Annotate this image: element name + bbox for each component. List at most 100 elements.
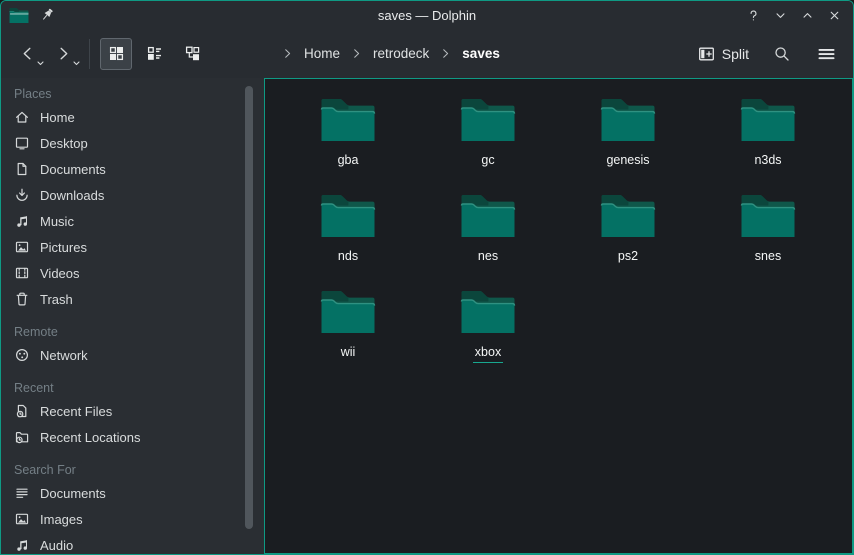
text-lines-icon: [14, 485, 30, 501]
chevron-right-icon: [439, 47, 452, 60]
folder-label: gba: [336, 153, 361, 171]
view-mode-buttons: [100, 38, 208, 70]
win-max-icon: [800, 8, 815, 23]
breadcrumb: Homeretrodeck saves: [274, 44, 503, 63]
sidebar-item-images[interactable]: Images: [1, 506, 264, 532]
folder-item-snes[interactable]: snes: [698, 189, 838, 285]
folder-label: genesis: [604, 153, 651, 171]
sidebar-item-label: Documents: [40, 486, 106, 501]
sidebar-item-pictures[interactable]: Pictures: [1, 234, 264, 260]
compact-view-button[interactable]: [138, 38, 170, 70]
chevron-right-icon: [281, 47, 294, 60]
sidebar-item-videos[interactable]: Videos: [1, 260, 264, 286]
folder-icon: [460, 289, 516, 335]
sidebar-item-desktop[interactable]: Desktop: [1, 130, 264, 156]
menu-button[interactable]: [811, 39, 841, 69]
folder-item-nds[interactable]: nds: [278, 189, 418, 285]
sidebar-section-header: Remote: [1, 320, 264, 342]
breadcrumb-item[interactable]: saves: [432, 44, 503, 63]
breadcrumb-label: Home: [301, 44, 343, 63]
window-controls: [744, 6, 843, 24]
folder-label: snes: [753, 249, 783, 267]
sidebar-item-network[interactable]: Network: [1, 342, 264, 368]
sidebar-item-home[interactable]: Home: [1, 104, 264, 130]
view-details-icon: [184, 45, 201, 62]
sidebar-item-recent-locations[interactable]: Recent Locations: [1, 424, 264, 450]
document-icon: [14, 161, 30, 177]
titlebar: saves — Dolphin: [1, 1, 853, 29]
folder-view: gba gc genesis n3ds nds nes ps2 snes wii…: [264, 78, 853, 554]
sidebar-item-label: Recent Files: [40, 404, 112, 419]
help-icon: [746, 8, 761, 23]
details-view-button[interactable]: [176, 38, 208, 70]
sidebar-sections: PlacesHomeDesktopDocumentsDownloadsMusic…: [1, 82, 264, 554]
image-icon: [14, 511, 30, 527]
folder-item-gc[interactable]: gc: [418, 93, 558, 189]
folder-label: wii: [339, 345, 358, 363]
sidebar-item-music[interactable]: Music: [1, 208, 264, 234]
sidebar-item-label: Audio: [40, 538, 73, 553]
sidebar-item-label: Trash: [40, 292, 73, 307]
content-area: PlacesHomeDesktopDocumentsDownloadsMusic…: [1, 78, 853, 554]
sidebar-item-label: Recent Locations: [40, 430, 140, 445]
sidebar-item-label: Music: [40, 214, 74, 229]
folder-item-xbox[interactable]: xbox: [418, 285, 558, 381]
music-icon: [14, 213, 30, 229]
folder-label: ps2: [616, 249, 640, 267]
folder-label: xbox: [473, 345, 503, 363]
hamburger-menu-icon: [817, 46, 836, 62]
sidebar-item-trash[interactable]: Trash: [1, 286, 264, 312]
folder-icon: [460, 193, 516, 239]
win-close-icon: [827, 8, 842, 23]
help-button[interactable]: [744, 6, 762, 24]
minimize-button[interactable]: [771, 6, 789, 24]
folder-grid: gba gc genesis n3ds nds nes ps2 snes wii…: [265, 79, 852, 381]
close-button[interactable]: [825, 6, 843, 24]
sidebar-item-documents[interactable]: Documents: [1, 156, 264, 182]
sidebar-section-header: Places: [1, 82, 264, 104]
folder-item-nes[interactable]: nes: [418, 189, 558, 285]
sidebar-scrollbar[interactable]: [245, 86, 253, 529]
breadcrumb-label: saves: [459, 44, 503, 63]
music-icon: [14, 537, 30, 553]
search-button[interactable]: [767, 39, 797, 69]
sidebar-item-label: Pictures: [40, 240, 87, 255]
recent-folder-icon: [14, 429, 30, 445]
folder-icon: [460, 97, 516, 143]
sidebar-item-label: Videos: [40, 266, 80, 281]
window-title: saves — Dolphin: [1, 8, 853, 23]
sidebar-section-header: Recent: [1, 376, 264, 398]
breadcrumb-item[interactable]: Home: [274, 44, 343, 63]
maximize-button[interactable]: [798, 6, 816, 24]
folder-icon: [600, 193, 656, 239]
home-icon: [14, 109, 30, 125]
caret-down-icon: [37, 61, 44, 66]
folder-item-wii[interactable]: wii: [278, 285, 418, 381]
video-icon: [14, 265, 30, 281]
folder-item-gba[interactable]: gba: [278, 93, 418, 189]
toolbar: Homeretrodeck saves Split: [1, 29, 853, 78]
toolbar-separator: [89, 39, 90, 69]
pin-icon[interactable]: [39, 7, 55, 23]
sidebar-item-downloads[interactable]: Downloads: [1, 182, 264, 208]
sidebar-item-recent-files[interactable]: Recent Files: [1, 398, 264, 424]
sidebar-item-audio[interactable]: Audio: [1, 532, 264, 554]
folder-label: nds: [336, 249, 360, 267]
back-button[interactable]: [13, 38, 41, 70]
folder-label: nes: [476, 249, 500, 267]
folder-item-n3ds[interactable]: n3ds: [698, 93, 838, 189]
desktop-icon: [14, 135, 30, 151]
folder-icon: [740, 97, 796, 143]
folder-label: gc: [479, 153, 496, 171]
forward-button[interactable]: [49, 38, 77, 70]
search-icon: [773, 45, 791, 63]
split-button[interactable]: Split: [694, 42, 753, 66]
folder-item-genesis[interactable]: genesis: [558, 93, 698, 189]
sidebar-section-header: Search For: [1, 458, 264, 480]
folder-item-ps2[interactable]: ps2: [558, 189, 698, 285]
sidebar-item-documents[interactable]: Documents: [1, 480, 264, 506]
breadcrumb-item[interactable]: retrodeck: [343, 44, 432, 63]
folder-label: n3ds: [752, 153, 783, 171]
split-button-label: Split: [722, 46, 749, 62]
icons-view-button[interactable]: [100, 38, 132, 70]
